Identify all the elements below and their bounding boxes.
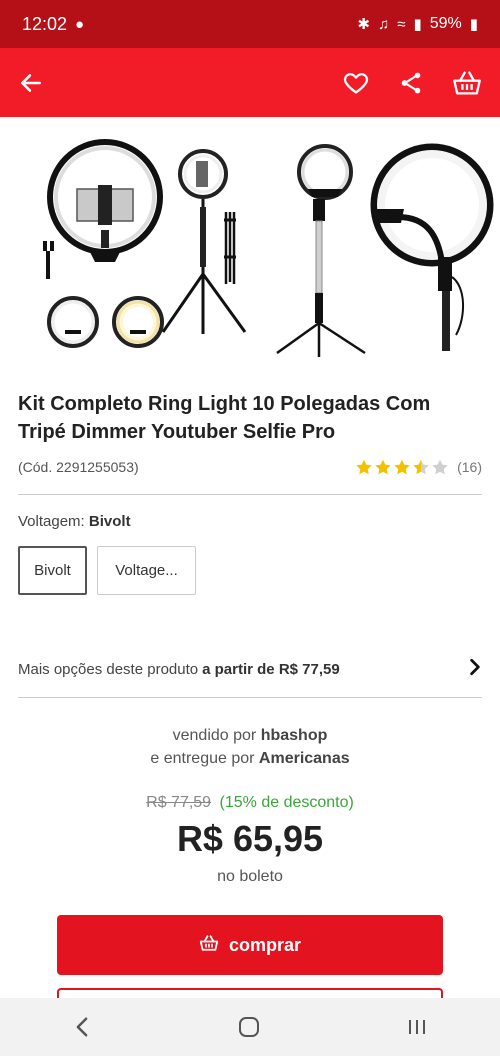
wifi-icon: ≈ [397,15,406,33]
arrow-left-icon[interactable] [18,70,44,96]
battery-icon: ▮ [469,15,478,33]
star-icon [375,459,391,475]
basket-icon [199,934,219,957]
home-nav-icon[interactable] [237,1015,261,1039]
back-nav-icon[interactable] [72,1016,92,1038]
status-time: 12:02 [22,13,68,34]
variant-selected-value: Bivolt [88,513,131,530]
rating-stars [355,458,449,476]
delivery-company: Americanas [258,750,350,767]
sold-by-label: vendido por [172,727,257,744]
product-image-gallery[interactable] [0,117,500,382]
basket-icon[interactable] [452,69,482,97]
share-icon[interactable] [398,70,424,96]
more-options-text: Mais opções deste produto [18,660,199,678]
product-title: Kit Completo Ring Light 10 Polegadas Com… [18,393,431,443]
product-meta: (Cód. 2291255053) (16) [0,458,500,476]
discount-badge: (15% de desconto) [219,794,354,811]
signal-icon: ▮ [413,15,422,33]
recents-nav-icon[interactable] [406,1017,428,1037]
old-price-row: R$ 77,59 (15% de desconto) [0,794,500,812]
star-icon [394,459,410,475]
payment-note: no boleto [217,868,283,885]
divider [18,697,482,698]
delivered-by-label: e entregue por [150,750,255,767]
more-options-price: a partir de R$ 77,59 [202,660,340,678]
status-bar: 12:02 ● ✱ ♫ ≈ ▮ 59% ▮ [0,0,500,48]
star-icon [432,459,448,475]
battery-percent: 59% [429,15,462,32]
more-options-row[interactable]: Mais opções deste produto a partir de R$… [0,641,500,697]
buy-button[interactable]: comprar [57,915,443,975]
bluetooth-icon: ✱ [357,15,370,33]
buy-button-label: comprar [228,934,302,955]
variant-label-text: Voltagem: [18,513,85,530]
variant-label: Voltagem: Bivolt [0,513,500,530]
seller-name[interactable]: hbashop [261,727,328,744]
product-image [43,139,494,357]
divider [18,494,482,495]
mute-icon: ♫ [377,15,390,33]
chevron-right-icon [468,658,482,680]
current-price: R$ 65,95 [176,818,324,859]
star-icon [413,459,429,475]
heart-icon[interactable] [342,69,370,97]
rating[interactable]: (16) [355,458,482,476]
variant-option-voltage[interactable]: Voltage... [97,546,196,595]
variant-option-bivolt[interactable]: Bivolt [18,546,87,595]
product-code: (Cód. 2291255053) [18,459,139,475]
variant-options: Bivolt Voltage... [0,546,500,595]
review-count: (16) [457,459,482,475]
app-bar [0,48,500,117]
old-price: R$ 77,59 [146,794,212,811]
system-nav-bar [0,998,500,1056]
seller-info: vendido por hbashop e entregue por Ameri… [0,724,500,770]
notification-icon: ● [75,15,85,33]
star-icon [356,459,372,475]
